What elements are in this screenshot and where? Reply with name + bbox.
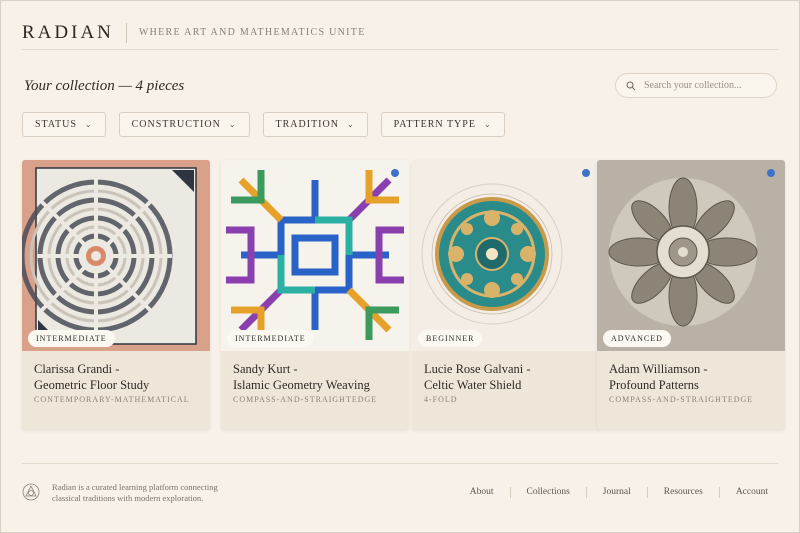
filter-tradition[interactable]: TRADITION ⌄ — [262, 112, 368, 137]
level-badge: INTERMEDIATE — [28, 330, 115, 347]
card-subtitle: CONTEMPORARY-MATHEMATICAL — [34, 395, 190, 404]
card-image — [221, 160, 409, 351]
card-artist: Sandy Kurt - — [233, 362, 298, 376]
radian-logo-icon — [22, 483, 40, 501]
header: RADIAN WHERE ART AND MATHEMATICS UNITE — [22, 18, 778, 50]
chevron-down-icon: ⌄ — [84, 120, 93, 129]
card-artist: Clarissa Grandi - — [34, 362, 120, 376]
card-piece: Geometric Floor Study — [34, 378, 150, 392]
footer-nav: About Collections Journal Resources Acco… — [454, 487, 768, 498]
filter-label: CONSTRUCTION — [131, 119, 221, 130]
card-piece: Profound Patterns — [609, 378, 699, 392]
collection-card[interactable]: INTERMEDIATE Clarissa Grandi - Geometric… — [22, 160, 210, 430]
footer-link-journal[interactable]: Journal — [585, 487, 647, 498]
footer-link-resources[interactable]: Resources — [646, 487, 719, 498]
footer-divider — [22, 463, 778, 464]
level-badge: ADVANCED — [603, 330, 671, 347]
chevron-down-icon: ⌄ — [228, 120, 237, 129]
card-title[interactable]: Sandy Kurt - Islamic Geometry Weaving — [233, 361, 370, 393]
collection-card[interactable]: BEGINNER Lucie Rose Galvani - Celtic Wat… — [412, 160, 600, 430]
card-image — [412, 160, 600, 351]
tagline: WHERE ART AND MATHEMATICS UNITE — [138, 27, 366, 38]
filter-label: TRADITION — [275, 119, 339, 130]
chevron-down-icon: ⌄ — [346, 120, 355, 129]
logo[interactable]: RADIAN — [22, 22, 127, 43]
collection-card[interactable]: ADVANCED Adam Williamson - Profound Patt… — [597, 160, 785, 430]
card-artist: Adam Williamson - — [609, 362, 708, 376]
collection-card[interactable]: INTERMEDIATE Sandy Kurt - Islamic Geomet… — [221, 160, 409, 430]
search-icon — [626, 81, 636, 90]
card-piece: Celtic Water Shield — [424, 378, 522, 392]
filter-label: PATTERN TYPE — [393, 119, 476, 130]
footer-link-account[interactable]: Account — [718, 487, 768, 498]
chevron-down-icon: ⌄ — [483, 120, 492, 129]
search-box[interactable] — [615, 73, 777, 98]
card-title[interactable]: Lucie Rose Galvani - Celtic Water Shield — [424, 361, 531, 393]
status-dot — [582, 169, 590, 177]
collection-title: Your collection — 4 pieces — [24, 78, 185, 94]
card-title[interactable]: Clarissa Grandi - Geometric Floor Study — [34, 361, 149, 393]
filter-status[interactable]: STATUS ⌄ — [22, 112, 106, 137]
level-badge: BEGINNER — [418, 330, 483, 347]
status-dot — [391, 169, 399, 177]
card-piece: Islamic Geometry Weaving — [233, 378, 370, 392]
card-image — [22, 160, 210, 351]
filter-construction[interactable]: CONSTRUCTION ⌄ — [118, 112, 250, 137]
status-dot — [767, 169, 775, 177]
card-artist: Lucie Rose Galvani - — [424, 362, 531, 376]
card-subtitle: 4-FOLD — [424, 395, 458, 404]
footer-link-collections[interactable]: Collections — [509, 487, 586, 498]
filter-bar: STATUS ⌄ CONSTRUCTION ⌄ TRADITION ⌄ PATT… — [22, 112, 518, 137]
card-subtitle: COMPASS-AND-STRAIGHTEDGE — [233, 395, 378, 404]
card-image — [597, 160, 785, 351]
card-title[interactable]: Adam Williamson - Profound Patterns — [609, 361, 708, 393]
footer-description: Radian is a curated learning platform co… — [52, 482, 218, 503]
level-badge: INTERMEDIATE — [227, 330, 314, 347]
filter-pattern-type[interactable]: PATTERN TYPE ⌄ — [380, 112, 505, 137]
card-subtitle: COMPASS-AND-STRAIGHTEDGE — [609, 395, 754, 404]
footer-link-about[interactable]: About — [454, 487, 510, 498]
filter-label: STATUS — [35, 119, 77, 130]
search-input[interactable] — [644, 80, 774, 91]
